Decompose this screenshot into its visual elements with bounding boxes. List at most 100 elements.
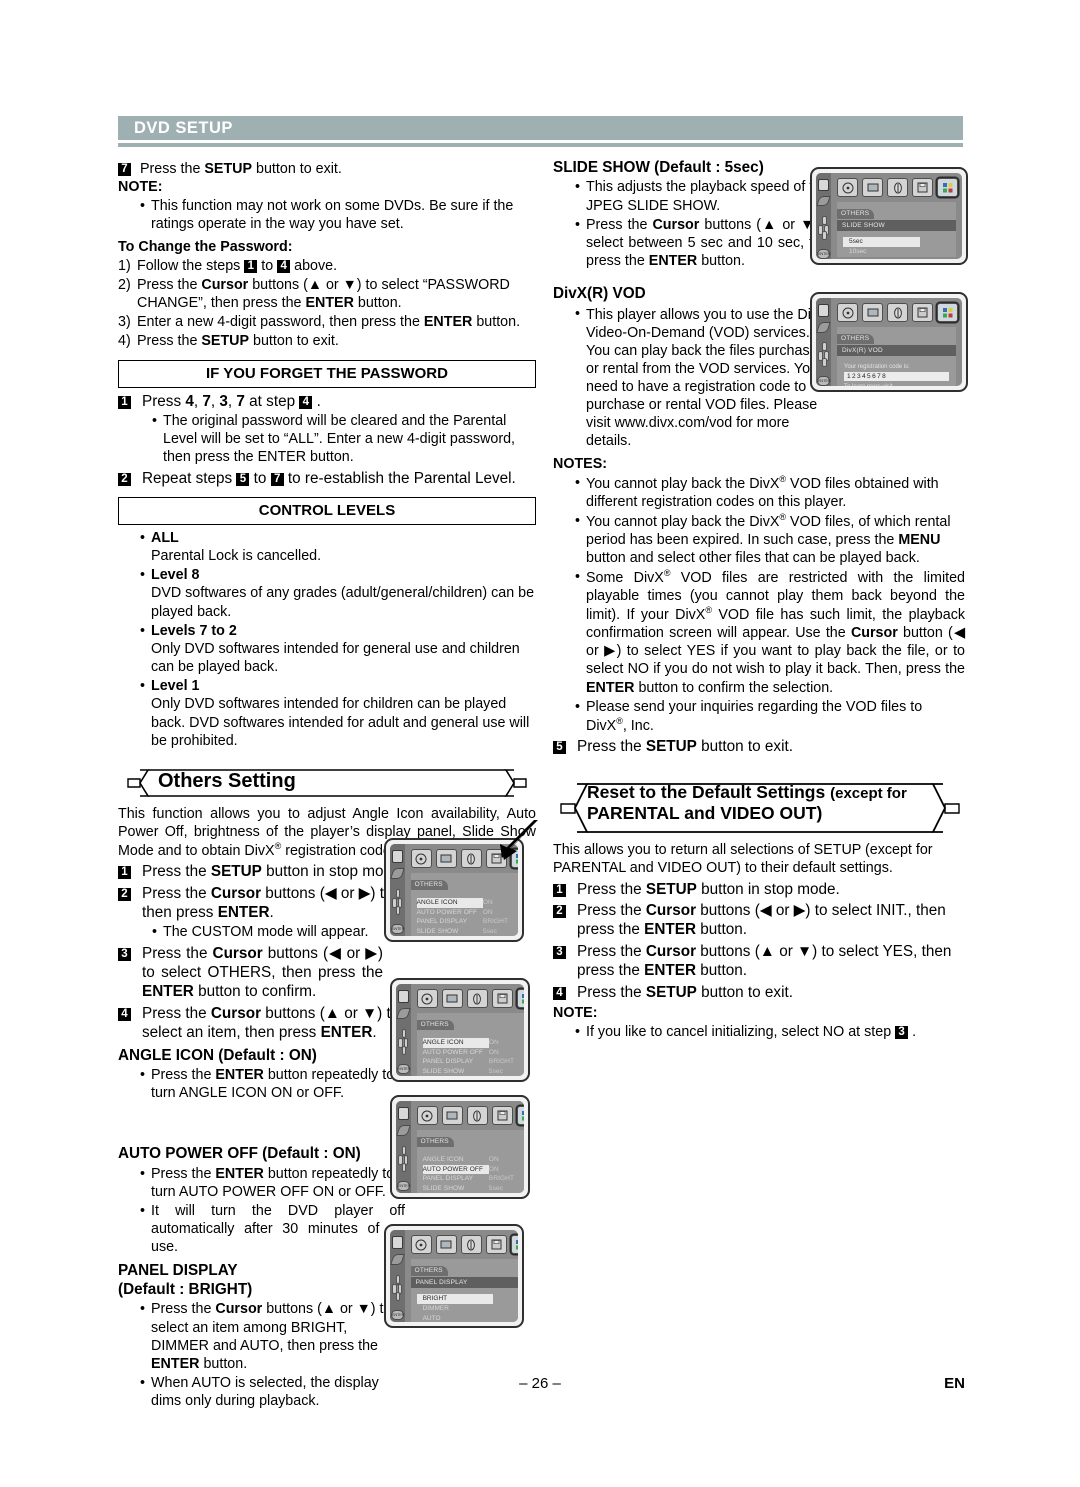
level-body: Parental Lock is cancelled. xyxy=(151,548,322,565)
vod-learn-more: To learn more visit xyxy=(844,384,949,386)
osd-menu-key: AUTO POWER OFF xyxy=(416,908,478,916)
disc-settings-icon[interactable] xyxy=(410,849,432,868)
reset-step-1: 1 Press the SETUP button in stop mode. xyxy=(553,880,965,899)
disc-settings-icon[interactable] xyxy=(837,303,858,322)
note-bullet: • If you like to cancel initializing, se… xyxy=(575,1024,917,1041)
enter-button-icon: ENTER xyxy=(390,924,405,934)
display-settings-icon[interactable] xyxy=(435,849,457,868)
others-settings-icon[interactable] xyxy=(516,1106,524,1125)
note-label: NOTE: xyxy=(553,1005,598,1022)
parental-settings-icon[interactable] xyxy=(485,1235,507,1254)
banner-title: Others Setting xyxy=(158,769,296,792)
osd-option[interactable]: 5sec xyxy=(843,237,920,247)
osd-tab-label: OTHERS xyxy=(416,1019,454,1030)
osd-option[interactable]: DIMMER xyxy=(417,1304,518,1314)
osd-sidebar: ENTER xyxy=(390,1230,405,1322)
others-settings-icon[interactable] xyxy=(937,303,958,322)
parental-settings-icon[interactable] xyxy=(491,1106,513,1125)
forget-bullet: • The original password will be cleared … xyxy=(152,412,536,466)
osd-menu-row[interactable]: SLIDE SHOW 5sec xyxy=(423,1067,524,1077)
right-column: SLIDE SHOW (Default : 5sec) • This adjus… xyxy=(553,158,965,1041)
parental-settings-icon[interactable] xyxy=(491,989,513,1008)
osd-menu-row[interactable]: ANGLE ICON ON xyxy=(423,1155,524,1165)
note-bullet: • This function may not work on some DVD… xyxy=(140,197,536,233)
remote-icon xyxy=(816,196,831,207)
step-ref-7: 7 xyxy=(270,472,284,486)
control-levels-box: CONTROL LEVELS xyxy=(118,496,536,525)
disc-icon xyxy=(391,1236,403,1249)
osd-menu-value: ON xyxy=(488,1156,499,1163)
others-settings-icon[interactable] xyxy=(510,1235,518,1254)
slide-show-bullet-1-text: This adjusts the playback speed of the J… xyxy=(586,179,830,214)
osd-menu-value: BRIGHT xyxy=(482,918,509,925)
osd-menu-row[interactable]: PANEL DISPLAY BRIGHT xyxy=(423,1057,524,1067)
osd-menu-key: PANEL DISPLAY xyxy=(416,918,468,925)
osd-panel-display: ENTER OTHERS PANEL DISPLAY BRIGHT DIMMER xyxy=(384,1224,524,1328)
osd-menu-value: BRIGHT xyxy=(488,1058,515,1065)
list-item: 2) Press the Cursor buttons (▲ or ▼) to … xyxy=(118,276,510,312)
osd-menu-row[interactable]: SLIDE SHOW 5sec xyxy=(417,927,518,937)
osd-menu-row[interactable]: AUTO POWER OFF ON xyxy=(423,1048,524,1058)
others-setting-banner: Others Setting xyxy=(118,766,536,800)
disc-settings-icon[interactable] xyxy=(410,1235,432,1254)
osd-menu-row[interactable]: SLIDE SHOW 5sec xyxy=(423,1184,524,1194)
audio-settings-icon[interactable] xyxy=(887,178,908,197)
header-rule xyxy=(118,143,963,147)
level-title: Levels 7 to 2 xyxy=(151,622,237,639)
osd-option[interactable]: AUTO xyxy=(417,1314,518,1322)
audio-settings-icon[interactable] xyxy=(466,1106,488,1125)
cursor-pad-icon xyxy=(398,1146,409,1172)
remote-icon xyxy=(816,321,831,333)
audio-settings-icon[interactable] xyxy=(460,1235,482,1254)
change-password-heading: To Change the Password: xyxy=(118,238,293,255)
banner-title-line1: Reset to the Default Settings xyxy=(587,782,826,803)
display-settings-icon[interactable] xyxy=(441,1106,463,1125)
forget-step-2: 2 Repeat steps 5 to 7 to re-establish th… xyxy=(118,469,536,488)
step-badge: 7 xyxy=(118,163,131,176)
vod-registration-code: 12345678 xyxy=(844,372,949,381)
osd-menu-row[interactable]: AUTO POWER OFF ON xyxy=(422,1164,524,1174)
osd-icon-row xyxy=(831,298,962,325)
others-settings-icon[interactable] xyxy=(516,989,524,1008)
osd-panel: OTHERS DivX(R) VOD Your registration cod… xyxy=(837,327,956,386)
step-badge: 3 xyxy=(118,947,131,961)
osd-option[interactable]: 10sec xyxy=(843,247,950,257)
osd-menu-key: AUTO POWER OFF xyxy=(422,1048,484,1056)
vod-prompt: Your registration code is: xyxy=(844,364,910,370)
osd-menu-row[interactable]: ANGLE ICON ON xyxy=(422,1038,524,1048)
osd-menu-row[interactable]: ANGLE ICON ON xyxy=(416,898,518,908)
osd-menu-rows: ANGLE ICON ON AUTO POWER OFF ON PANEL DI… xyxy=(417,1148,524,1193)
banner-title-line1-small: (except for xyxy=(830,785,907,803)
osd-menu-value: ON xyxy=(488,1165,499,1173)
disc-settings-icon[interactable] xyxy=(837,178,858,197)
display-settings-icon[interactable] xyxy=(441,989,463,1008)
list-item: 4) Press the SETUP button to exit. xyxy=(118,333,339,350)
osd-menu-row[interactable]: PANEL DISPLAY BRIGHT xyxy=(423,1174,524,1184)
osd-option[interactable]: BRIGHT xyxy=(416,1294,494,1304)
disc-settings-icon[interactable] xyxy=(416,1106,438,1125)
angle-icon-bullet: • Press the ENTER button repeatedly to t… xyxy=(140,1067,395,1102)
osd-tab-label: OTHERS xyxy=(837,333,875,344)
osd-vod-body: Your registration code is: 12345678 To l… xyxy=(837,356,956,386)
remote-icon xyxy=(390,1254,405,1265)
osd-sidebar: ENTER xyxy=(390,844,405,936)
step-badge: 5 xyxy=(553,740,566,754)
parental-settings-icon[interactable] xyxy=(912,178,933,197)
change-password-steps: 1) Follow the steps 1 to 4 above. 2) Pre… xyxy=(118,257,536,351)
disc-settings-icon[interactable] xyxy=(416,989,438,1008)
audio-settings-icon[interactable] xyxy=(460,849,482,868)
parental-settings-icon[interactable] xyxy=(912,303,933,322)
display-settings-icon[interactable] xyxy=(435,1235,457,1254)
audio-settings-icon[interactable] xyxy=(887,303,908,322)
cursor-pad-icon xyxy=(392,1275,403,1301)
osd-subtitle: DivX(R) VOD xyxy=(837,345,956,356)
osd-menu-row[interactable]: PANEL DISPLAY BRIGHT xyxy=(417,917,518,927)
display-settings-icon[interactable] xyxy=(862,303,883,322)
osd-menu-row[interactable]: AUTO POWER OFF ON xyxy=(417,908,518,918)
display-settings-icon[interactable] xyxy=(862,178,883,197)
audio-settings-icon[interactable] xyxy=(466,989,488,1008)
disc-icon xyxy=(397,1107,409,1120)
others-settings-icon[interactable] xyxy=(937,178,958,197)
osd-menu-value: ON xyxy=(488,1039,499,1046)
osd-subtitle: SLIDE SHOW xyxy=(837,220,956,231)
